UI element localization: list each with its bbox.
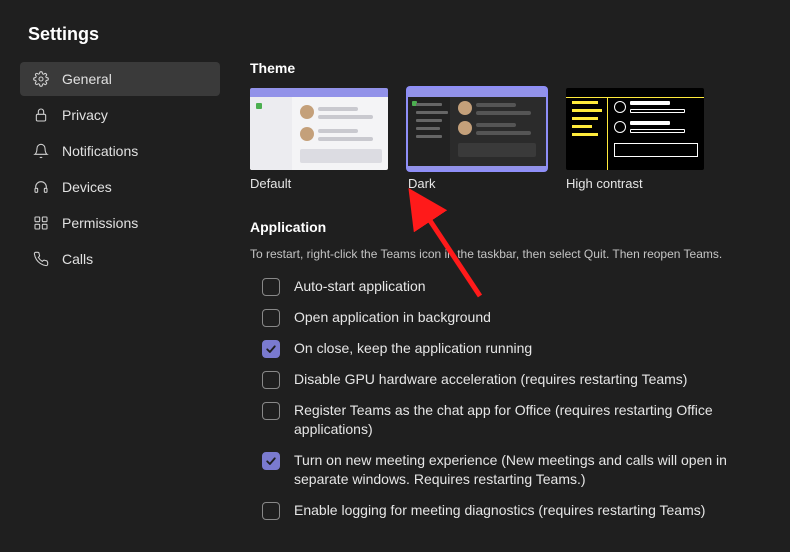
- theme-selector: Default Dark High contrast: [250, 88, 770, 191]
- setting-checkbox-row[interactable]: Turn on new meeting experience (New meet…: [262, 451, 770, 489]
- setting-checkbox-row[interactable]: Enable logging for meeting diagnostics (…: [262, 501, 770, 520]
- checkbox[interactable]: [262, 309, 280, 327]
- lock-icon: [32, 106, 50, 124]
- theme-label: High contrast: [566, 176, 704, 191]
- sidebar-item-label: Devices: [62, 179, 112, 195]
- checkbox[interactable]: [262, 278, 280, 296]
- sidebar-item-devices[interactable]: Devices: [20, 170, 220, 204]
- sidebar-item-label: Calls: [62, 251, 93, 267]
- sidebar-item-general[interactable]: General: [20, 62, 220, 96]
- app-grid-icon: [32, 214, 50, 232]
- sidebar-item-label: Privacy: [62, 107, 108, 123]
- header: Settings: [0, 0, 790, 60]
- sidebar-item-calls[interactable]: Calls: [20, 242, 220, 276]
- sidebar-item-permissions[interactable]: Permissions: [20, 206, 220, 240]
- sidebar-item-label: General: [62, 71, 112, 87]
- setting-checkbox-row[interactable]: Open application in background: [262, 308, 770, 327]
- phone-icon: [32, 250, 50, 268]
- checkbox-label: On close, keep the application running: [294, 339, 532, 358]
- sidebar-item-label: Notifications: [62, 143, 138, 159]
- checkbox-label: Turn on new meeting experience (New meet…: [294, 451, 734, 489]
- theme-option-hc[interactable]: High contrast: [566, 88, 704, 191]
- bell-icon: [32, 142, 50, 160]
- checkbox[interactable]: [262, 371, 280, 389]
- theme-option-dark[interactable]: Dark: [408, 88, 546, 191]
- checkbox[interactable]: [262, 502, 280, 520]
- theme-preview-high-contrast: [566, 88, 704, 170]
- setting-checkbox-row[interactable]: On close, keep the application running: [262, 339, 770, 358]
- checkbox-label: Enable logging for meeting diagnostics (…: [294, 501, 705, 520]
- theme-label: Dark: [408, 176, 546, 191]
- theme-option-default[interactable]: Default: [250, 88, 388, 191]
- sidebar-item-notifications[interactable]: Notifications: [20, 134, 220, 168]
- setting-checkbox-row[interactable]: Disable GPU hardware acceleration (requi…: [262, 370, 770, 389]
- sidebar-item-label: Permissions: [62, 215, 138, 231]
- checkbox-label: Disable GPU hardware acceleration (requi…: [294, 370, 687, 389]
- close-button[interactable]: [740, 20, 768, 48]
- setting-checkbox-row[interactable]: Register Teams as the chat app for Offic…: [262, 401, 770, 439]
- application-heading: Application: [250, 219, 770, 235]
- headset-icon: [32, 178, 50, 196]
- checkbox[interactable]: [262, 340, 280, 358]
- checkbox[interactable]: [262, 452, 280, 470]
- checkbox-label: Register Teams as the chat app for Offic…: [294, 401, 734, 439]
- theme-label: Default: [250, 176, 388, 191]
- sidebar-item-privacy[interactable]: Privacy: [20, 98, 220, 132]
- theme-preview-default: [250, 88, 388, 170]
- theme-preview-dark: [408, 88, 546, 170]
- setting-checkbox-row[interactable]: Auto-start application: [262, 277, 770, 296]
- page-title: Settings: [28, 24, 99, 45]
- main-panel: Theme Default Dark High contrast Applicati…: [220, 60, 790, 552]
- application-note: To restart, right-click the Teams icon i…: [250, 247, 770, 261]
- checkbox-label: Auto-start application: [294, 277, 426, 296]
- application-options: Auto-start application Open application i…: [262, 277, 770, 520]
- checkbox[interactable]: [262, 402, 280, 420]
- sidebar: General Privacy Notifications Devices Permis…: [20, 60, 220, 552]
- gear-icon: [32, 70, 50, 88]
- theme-heading: Theme: [250, 60, 770, 76]
- checkbox-label: Open application in background: [294, 308, 491, 327]
